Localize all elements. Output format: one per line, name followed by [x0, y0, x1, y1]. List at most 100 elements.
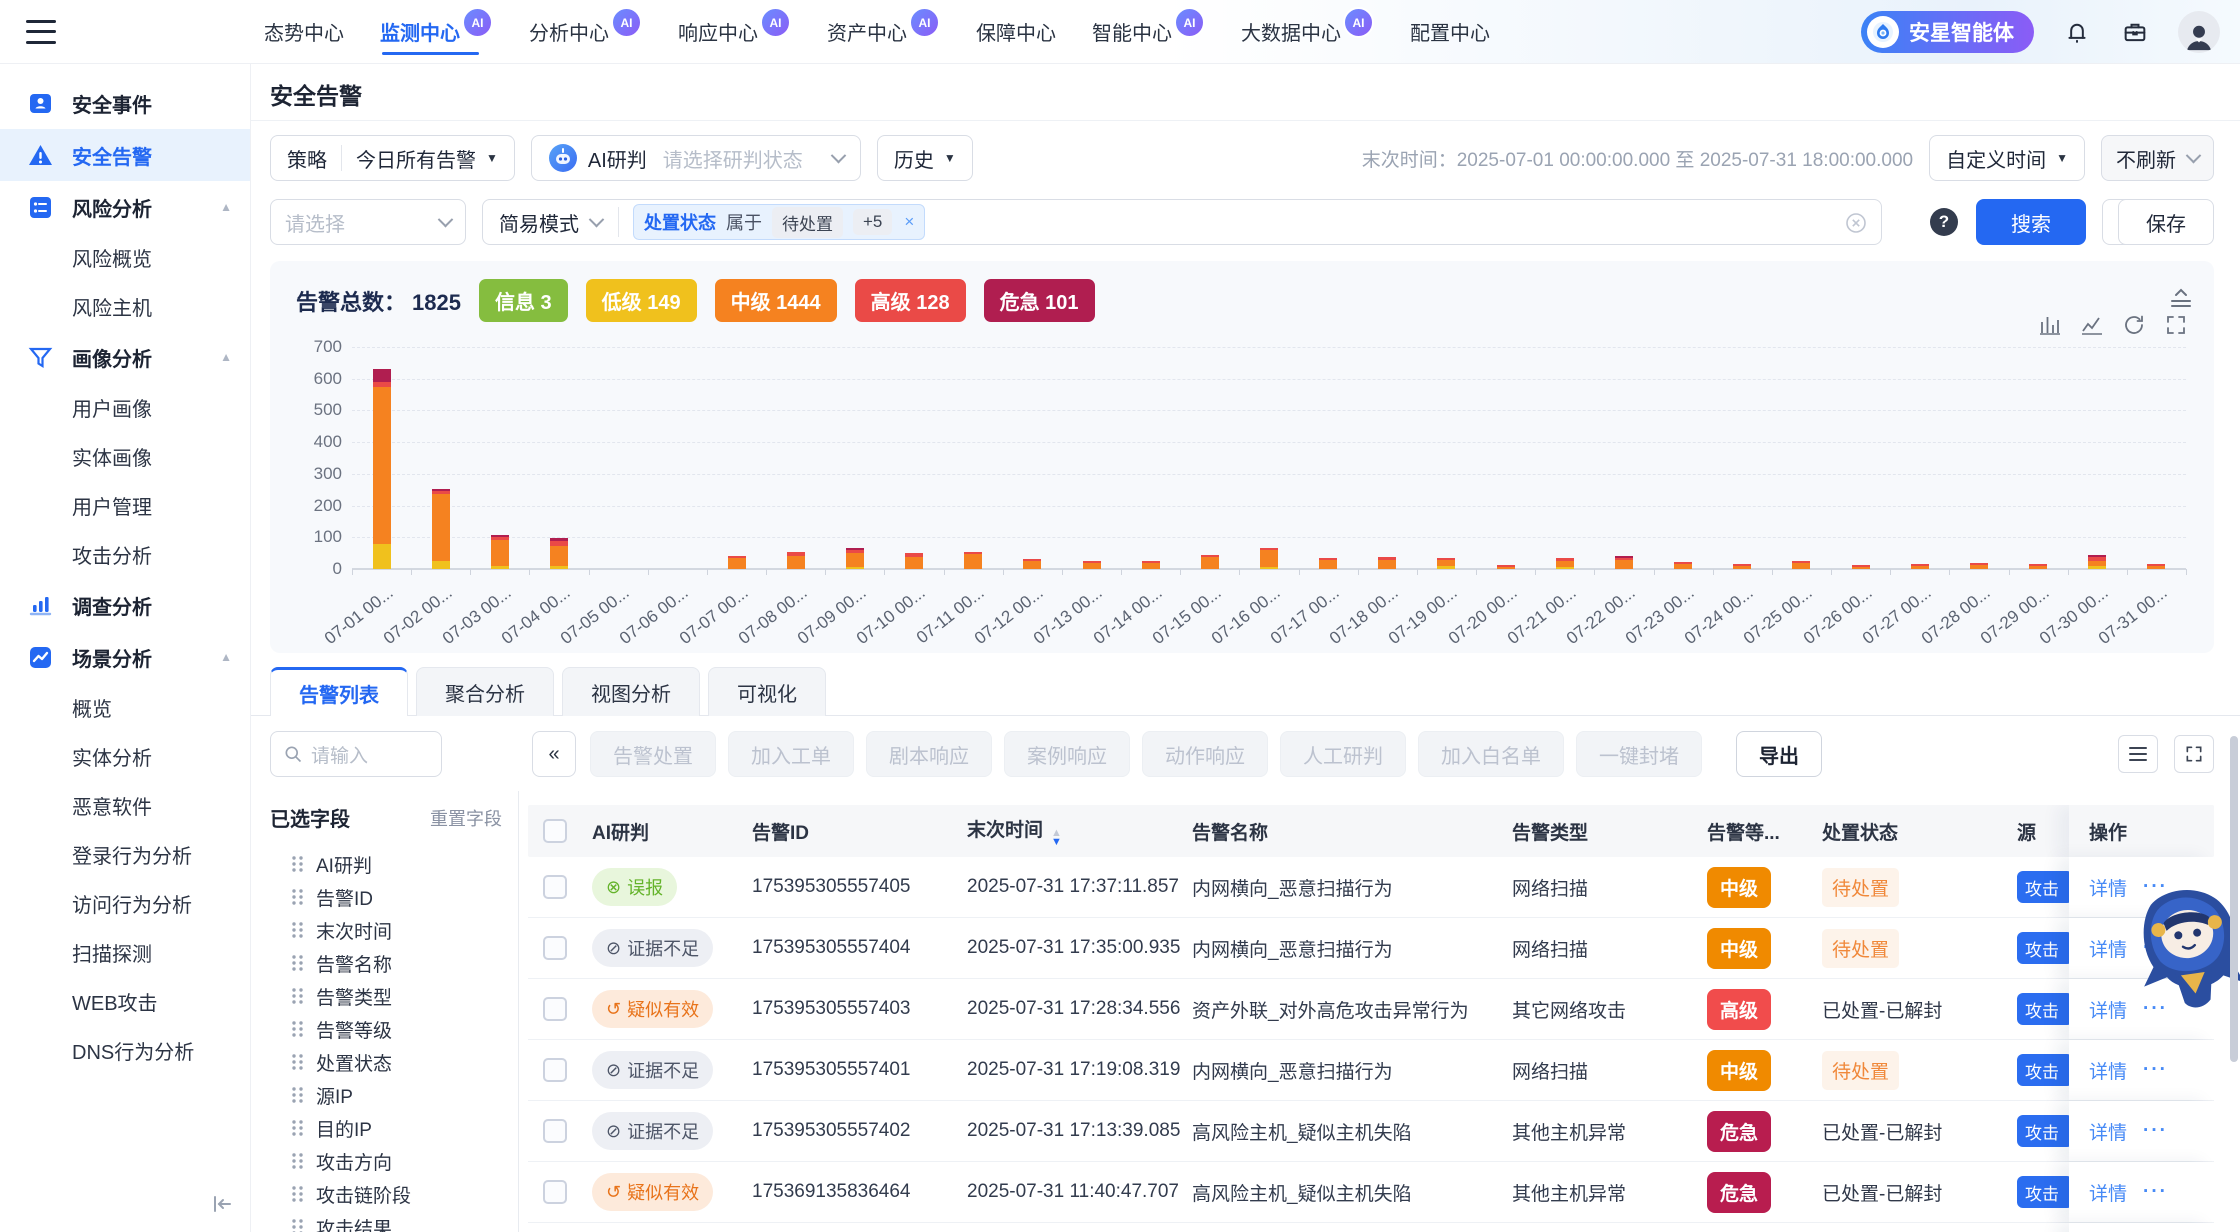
bar-stack[interactable]: [1083, 561, 1101, 569]
more-actions-icon[interactable]: ···: [2143, 1059, 2168, 1081]
nav-item[interactable]: 智能中心AI: [1092, 0, 1205, 63]
nav-item[interactable]: 大数据中心AI: [1241, 0, 1374, 63]
source-tag-chip[interactable]: 攻击: [2017, 871, 2073, 903]
row-checkbox[interactable]: [543, 1119, 567, 1143]
bar-stack[interactable]: [728, 556, 746, 569]
fullscreen-icon[interactable]: [2164, 313, 2188, 342]
bar-stack[interactable]: [432, 489, 450, 569]
row-checkbox[interactable]: [543, 1180, 567, 1204]
save-button[interactable]: 保存: [2118, 199, 2214, 245]
field-item[interactable]: 告警名称: [270, 947, 510, 980]
bar-stack[interactable]: [550, 538, 568, 569]
bar-stack[interactable]: [787, 552, 805, 569]
tab-active[interactable]: 告警列表: [270, 667, 408, 716]
sidebar-subitem[interactable]: 风险主机: [0, 282, 250, 331]
custom-time-button[interactable]: 自定义时间 ▼: [1929, 135, 2085, 181]
notifications-bell-icon[interactable]: [2062, 17, 2092, 47]
severity-badge[interactable]: 高级 128: [855, 279, 966, 322]
row-checkbox[interactable]: [543, 1058, 567, 1082]
sidebar-item[interactable]: 风险分析▲: [0, 181, 250, 233]
field-item[interactable]: 告警类型: [270, 980, 510, 1013]
table-fullscreen-icon[interactable]: [2174, 735, 2214, 773]
bar-stack[interactable]: [1201, 555, 1219, 569]
sidebar-subitem[interactable]: 用户管理: [0, 481, 250, 530]
drag-handle-icon[interactable]: [292, 1219, 304, 1232]
detail-link[interactable]: 详情: [2089, 1118, 2127, 1145]
select-all-checkbox[interactable]: [543, 819, 567, 843]
bar-stack[interactable]: [2088, 555, 2106, 569]
source-tag-chip[interactable]: 攻击: [2017, 932, 2073, 964]
field-item[interactable]: 源IP: [270, 1079, 510, 1112]
sidebar-item[interactable]: 调查分析: [0, 579, 250, 631]
field-item[interactable]: 处置状态: [270, 1046, 510, 1079]
bar-stack[interactable]: [1437, 558, 1455, 570]
bar-stack[interactable]: [1556, 558, 1574, 569]
assistant-button[interactable]: 安星智能体: [1861, 11, 2034, 53]
source-tag-chip[interactable]: 攻击: [2017, 1054, 2073, 1086]
line-chart-icon[interactable]: [2080, 313, 2104, 342]
field-item[interactable]: 末次时间: [270, 914, 510, 947]
severity-badge[interactable]: 低级 149: [586, 279, 697, 322]
row-checkbox[interactable]: [543, 997, 567, 1021]
bar-stack[interactable]: [1911, 564, 1929, 569]
help-icon[interactable]: ?: [1930, 208, 1958, 236]
filter-condition-tag[interactable]: 处置状态 属于 待处置 +5 ×: [633, 204, 925, 240]
bar-chart-icon[interactable]: [2038, 313, 2062, 342]
field-select[interactable]: 请选择: [270, 199, 466, 245]
sidebar-collapse-icon[interactable]: [208, 1193, 234, 1220]
detail-link[interactable]: 详情: [2089, 1179, 2127, 1206]
collapse-chart-icon[interactable]: [2168, 287, 2194, 314]
sidebar-item[interactable]: 画像分析▲: [0, 331, 250, 383]
detail-link[interactable]: 详情: [2089, 874, 2127, 901]
severity-badge[interactable]: 危急 101: [984, 279, 1095, 322]
drag-handle-icon[interactable]: [292, 1021, 304, 1038]
drag-handle-icon[interactable]: [292, 1186, 304, 1203]
page-scrollbar[interactable]: [2230, 736, 2238, 1062]
bar-stack[interactable]: [1733, 564, 1751, 569]
collapse-arrow-icon[interactable]: ▲: [220, 200, 232, 214]
bar-stack[interactable]: [1378, 557, 1396, 569]
bar-stack[interactable]: [373, 369, 391, 569]
sidebar-subitem[interactable]: 实体画像: [0, 432, 250, 481]
nav-item[interactable]: 保障中心: [976, 0, 1056, 63]
bar-stack[interactable]: [846, 548, 864, 569]
sidebar-item[interactable]: 场景分析▲: [0, 631, 250, 683]
drag-handle-icon[interactable]: [292, 988, 304, 1005]
assistant-mascot[interactable]: [2126, 856, 2240, 1024]
hamburger-menu-icon[interactable]: [26, 20, 56, 44]
table-row[interactable]: ↺疑似有效1753691358364642025-07-31 11:40:47.…: [528, 1162, 2214, 1223]
ai-status-pill[interactable]: ⊘证据不足: [592, 929, 713, 967]
sidebar-subitem[interactable]: 登录行为分析: [0, 830, 250, 879]
drag-handle-icon[interactable]: [292, 1120, 304, 1137]
drag-handle-icon[interactable]: [292, 1153, 304, 1170]
sidebar-subitem[interactable]: 实体分析: [0, 732, 250, 781]
nav-item[interactable]: 响应中心AI: [678, 0, 791, 63]
detail-link[interactable]: 详情: [2089, 1057, 2127, 1084]
tag-close-icon[interactable]: ×: [904, 212, 914, 232]
table-row[interactable]: ↺疑似有效中级待处置攻击详情···: [528, 1223, 2214, 1232]
refresh-icon[interactable]: [2122, 313, 2146, 342]
workbench-briefcase-icon[interactable]: [2120, 17, 2150, 47]
ai-status-pill[interactable]: ↺疑似有效: [592, 990, 713, 1028]
table-row[interactable]: ⊗误报1753953055574052025-07-31 17:37:11.85…: [528, 857, 2214, 918]
bar-stack[interactable]: [1142, 561, 1160, 569]
tab-item[interactable]: 视图分析: [562, 667, 700, 716]
mode-select[interactable]: 简易模式: [483, 208, 608, 237]
collapse-panel-button[interactable]: «: [532, 731, 576, 777]
more-actions-icon[interactable]: ···: [2143, 1181, 2168, 1203]
drag-handle-icon[interactable]: [292, 1054, 304, 1071]
sidebar-subitem[interactable]: 用户画像: [0, 383, 250, 432]
bar-stack[interactable]: [1674, 562, 1692, 569]
collapse-arrow-icon[interactable]: ▲: [220, 650, 232, 664]
condition-input[interactable]: 简易模式 处置状态 属于 待处置 +5 ×: [482, 199, 1882, 245]
nav-item[interactable]: 资产中心AI: [827, 0, 940, 63]
user-avatar[interactable]: [2178, 11, 2220, 53]
sidebar-subitem[interactable]: 概览: [0, 683, 250, 732]
tab-item[interactable]: 可视化: [708, 667, 826, 716]
sidebar-subitem[interactable]: 恶意软件: [0, 781, 250, 830]
severity-badge[interactable]: 信息 3: [479, 279, 568, 322]
ai-status-pill[interactable]: ⊘证据不足: [592, 1051, 713, 1089]
search-button[interactable]: 搜索: [1976, 199, 2086, 245]
sidebar-subitem[interactable]: 风险概览: [0, 233, 250, 282]
sidebar-subitem[interactable]: 攻击分析: [0, 530, 250, 579]
